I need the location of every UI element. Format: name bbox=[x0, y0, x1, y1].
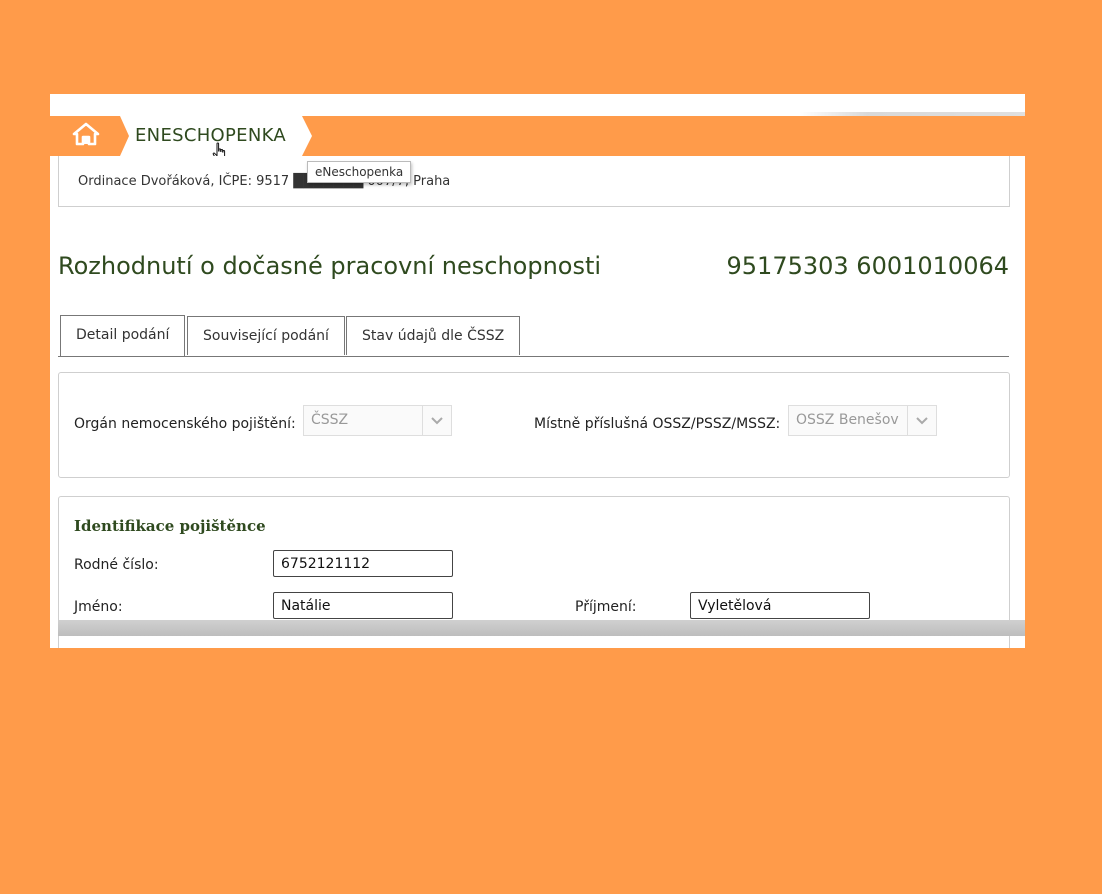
practice-info-panel: Ordinace Dvořáková, IČPE: 9517 ███████ 0… bbox=[58, 156, 1010, 207]
page-title: Rozhodnutí o dočasné pracovní neschopnos… bbox=[58, 252, 602, 280]
organ-label: Orgán nemocenského pojištění: bbox=[74, 416, 296, 432]
document-number: 95175303 6001010064 bbox=[726, 252, 1009, 280]
ossz-label: Místně příslušná OSSZ/PSSZ/MSSZ: bbox=[534, 416, 781, 432]
home-button[interactable] bbox=[58, 116, 114, 156]
ossz-select[interactable]: OSSZ Benešov bbox=[788, 405, 937, 436]
app-window: ENESCHOPENKA eNeschopenka Ordinace Dvořá… bbox=[50, 94, 1025, 648]
tab-bar: Detail podání Související podání Stav úd… bbox=[58, 314, 1009, 357]
tab-stav-udaju[interactable]: Stav údajů dle ČSSZ bbox=[346, 316, 521, 355]
rodne-cislo-input[interactable] bbox=[273, 550, 453, 577]
organ-select[interactable]: ČSSZ bbox=[303, 405, 452, 436]
section-title: Identifikace pojištěnce bbox=[74, 517, 266, 535]
jmeno-input[interactable] bbox=[273, 592, 453, 619]
tab-detail-podani[interactable]: Detail podání bbox=[60, 315, 186, 356]
organ-select-value: ČSSZ bbox=[311, 412, 349, 428]
prijmeni-label: Příjmení: bbox=[575, 599, 637, 615]
horizontal-scrollbar[interactable] bbox=[58, 620, 1025, 636]
ossz-select-value: OSSZ Benešov bbox=[796, 412, 899, 428]
home-icon bbox=[72, 122, 100, 150]
jmeno-label: Jméno: bbox=[74, 599, 123, 615]
chevron-down-icon bbox=[422, 406, 451, 435]
breadcrumb-label: ENESCHOPENKA bbox=[135, 125, 287, 146]
insurance-section: Orgán nemocenského pojištění: ČSSZ Místn… bbox=[58, 372, 1010, 478]
rodne-cislo-label: Rodné číslo: bbox=[74, 557, 159, 573]
chevron-down-icon bbox=[907, 406, 936, 435]
tab-souvisejici-podani[interactable]: Související podání bbox=[187, 316, 345, 355]
tooltip: eNeschopenka bbox=[307, 161, 412, 183]
prijmeni-input[interactable] bbox=[690, 592, 870, 619]
